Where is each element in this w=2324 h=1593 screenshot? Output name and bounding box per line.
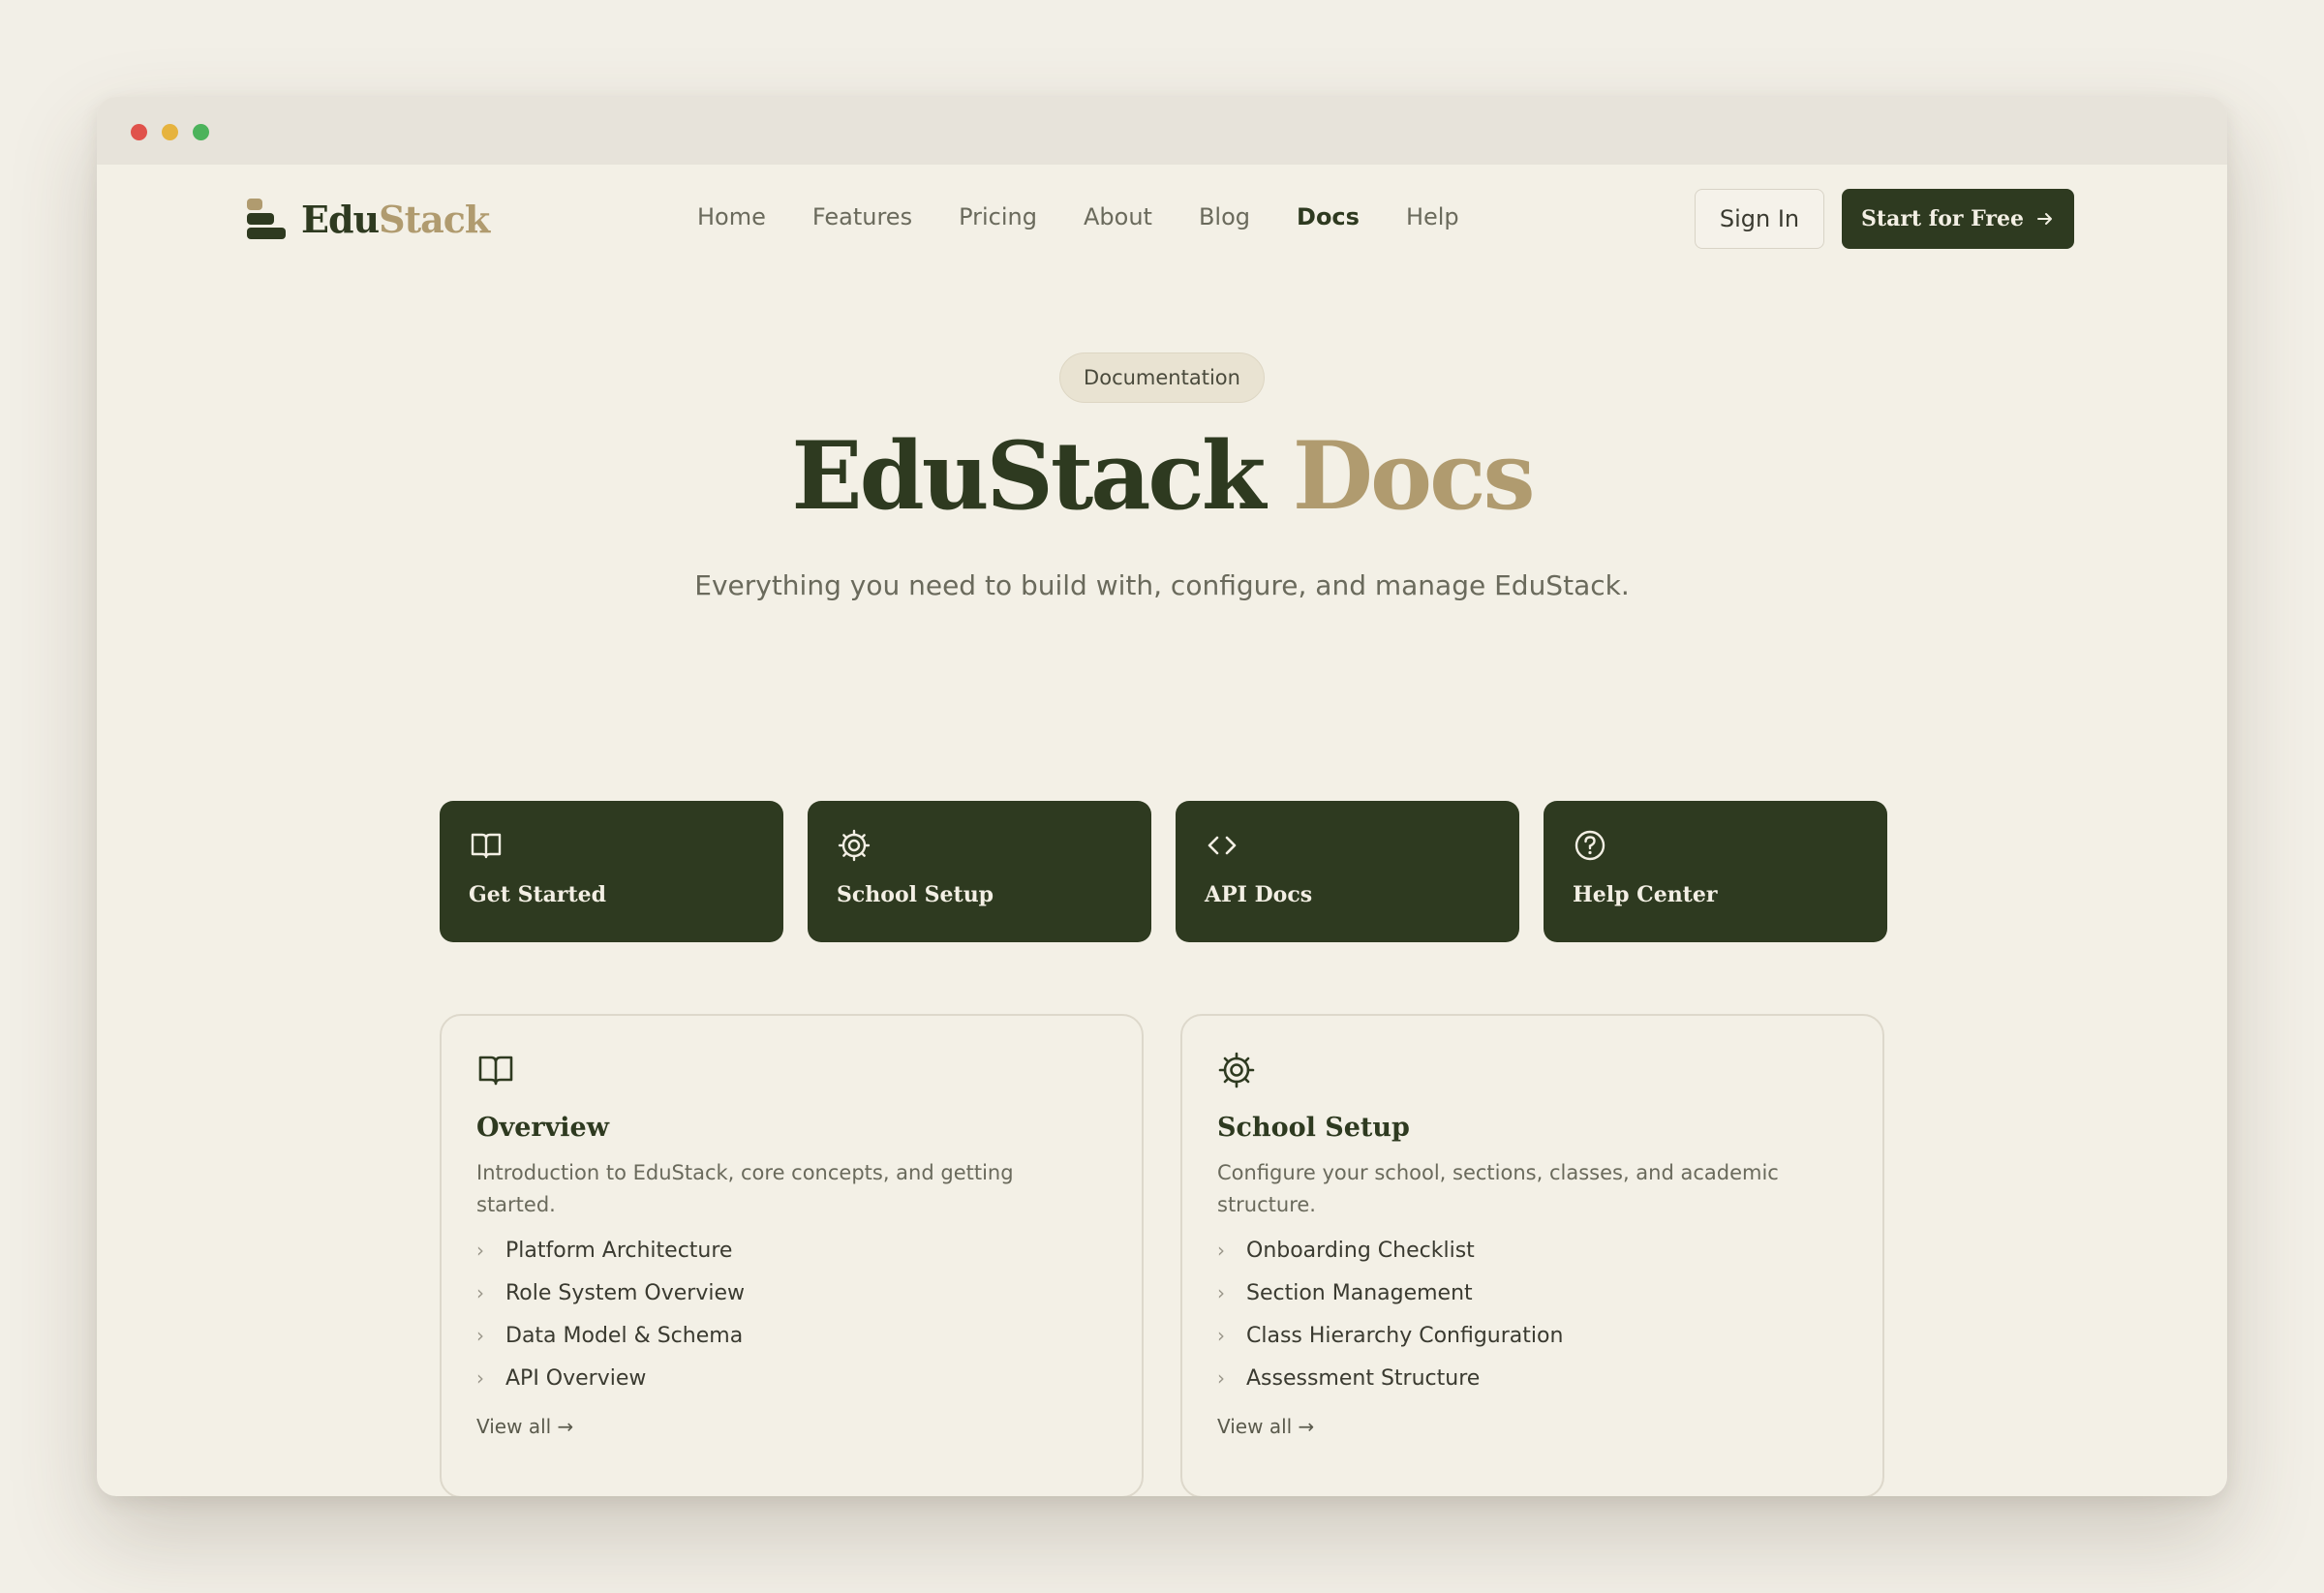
- close-window-button[interactable]: [131, 124, 147, 140]
- window-titlebar: [97, 97, 2227, 165]
- start-for-free-label: Start for Free: [1861, 206, 2024, 231]
- quick-link-label: Get Started: [469, 882, 607, 907]
- doc-link-label: Role System Overview: [505, 1280, 746, 1305]
- top-navigation: EduStack Home Features Pricing About Blo…: [97, 165, 2227, 271]
- section-card-school-setup: School Setup Configure your school, sect…: [1180, 1014, 1884, 1496]
- gear-icon: [1218, 1052, 1255, 1088]
- start-for-free-button[interactable]: Start for Free: [1842, 189, 2074, 249]
- browser-window: EduStack Home Features Pricing About Blo…: [97, 97, 2227, 1496]
- code-icon: [1208, 836, 1237, 855]
- main-menu: Home Features Pricing About Blog Docs He…: [697, 203, 1459, 230]
- sign-in-button[interactable]: Sign In: [1695, 189, 1824, 249]
- doc-link-item[interactable]: › Class Hierarchy Configuration: [1217, 1314, 1563, 1357]
- book-icon: [471, 833, 502, 859]
- arrow-right-icon: [2036, 213, 2052, 225]
- section-title: Overview: [476, 1113, 609, 1143]
- page-title-main: EduStack: [791, 421, 1266, 531]
- doc-link-item[interactable]: › Section Management: [1217, 1271, 1563, 1314]
- chevron-right-icon: ›: [1217, 1239, 1225, 1262]
- doc-link-item[interactable]: › Role System Overview: [476, 1271, 745, 1314]
- nav-item-home[interactable]: Home: [697, 203, 766, 230]
- nav-item-docs[interactable]: Docs: [1297, 203, 1360, 230]
- help-circle-icon: [1575, 830, 1605, 861]
- section-card-overview: Overview Introduction to EduStack, core …: [440, 1014, 1144, 1496]
- minimize-window-button[interactable]: [162, 124, 178, 140]
- section-description: Introduction to EduStack, core concepts,…: [476, 1161, 1014, 1216]
- doc-link-item[interactable]: › Assessment Structure: [1217, 1357, 1563, 1399]
- doc-link-label: Section Management: [1246, 1280, 1473, 1305]
- doc-link-item[interactable]: › API Overview: [476, 1357, 745, 1399]
- brand-logo[interactable]: EduStack: [247, 196, 490, 242]
- page-subtitle: Everything you need to build with, confi…: [694, 569, 1630, 601]
- chevron-right-icon: ›: [476, 1239, 484, 1262]
- documentation-badge: Documentation: [1059, 352, 1265, 403]
- doc-link-label: Assessment Structure: [1246, 1365, 1481, 1391]
- doc-link-label: Onboarding Checklist: [1246, 1238, 1475, 1263]
- chevron-right-icon: ›: [476, 1281, 484, 1304]
- maximize-window-button[interactable]: [193, 124, 209, 140]
- quick-link-api-docs[interactable]: API Docs: [1176, 801, 1519, 942]
- doc-link-item[interactable]: › Onboarding Checklist: [1217, 1229, 1563, 1271]
- quick-link-label: API Docs: [1205, 882, 1313, 907]
- quick-links: Get Started School Setup API Docs Help C…: [440, 801, 1887, 942]
- nav-item-blog[interactable]: Blog: [1199, 203, 1250, 230]
- section-link-list: › Onboarding Checklist › Section Managemen…: [1217, 1229, 1563, 1399]
- gear-icon: [838, 829, 871, 862]
- view-all-link[interactable]: View all →: [1217, 1415, 1314, 1438]
- chevron-right-icon: ›: [476, 1366, 484, 1390]
- quick-link-help-center[interactable]: Help Center: [1544, 801, 1887, 942]
- section-title: School Setup: [1217, 1113, 1410, 1143]
- chevron-right-icon: ›: [1217, 1324, 1225, 1347]
- quick-link-label: School Setup: [837, 882, 994, 907]
- view-all-link[interactable]: View all →: [476, 1415, 573, 1438]
- brand-name: EduStack: [301, 197, 490, 241]
- doc-link-label: Platform Architecture: [505, 1238, 733, 1263]
- quick-link-get-started[interactable]: Get Started: [440, 801, 783, 942]
- nav-item-about[interactable]: About: [1084, 203, 1152, 230]
- nav-item-help[interactable]: Help: [1406, 203, 1459, 230]
- section-description: Configure your school, sections, classes…: [1217, 1161, 1779, 1216]
- nav-item-features[interactable]: Features: [812, 203, 912, 230]
- quick-link-label: Help Center: [1573, 882, 1718, 907]
- doc-link-label: Data Model & Schema: [505, 1323, 744, 1348]
- chevron-right-icon: ›: [1217, 1366, 1225, 1390]
- doc-link-label: Class Hierarchy Configuration: [1246, 1323, 1564, 1348]
- docs-sections: Overview Introduction to EduStack, core …: [440, 1014, 1884, 1496]
- section-link-list: › Platform Architecture › Role System Over…: [476, 1229, 745, 1399]
- chevron-right-icon: ›: [476, 1324, 484, 1347]
- book-icon: [478, 1056, 513, 1086]
- page-title: EduStack Docs: [97, 421, 2227, 531]
- nav-item-pricing[interactable]: Pricing: [959, 203, 1037, 230]
- doc-link-item[interactable]: › Platform Architecture: [476, 1229, 745, 1271]
- brand-name-part2: Stack: [379, 197, 490, 241]
- stack-logo-icon: [247, 197, 288, 241]
- brand-name-part1: Edu: [301, 197, 380, 241]
- chevron-right-icon: ›: [1217, 1281, 1225, 1304]
- quick-link-school-setup[interactable]: School Setup: [808, 801, 1151, 942]
- doc-link-label: API Overview: [505, 1365, 647, 1391]
- page-title-accent: Docs: [1292, 421, 1536, 531]
- doc-link-item[interactable]: › Data Model & Schema: [476, 1314, 745, 1357]
